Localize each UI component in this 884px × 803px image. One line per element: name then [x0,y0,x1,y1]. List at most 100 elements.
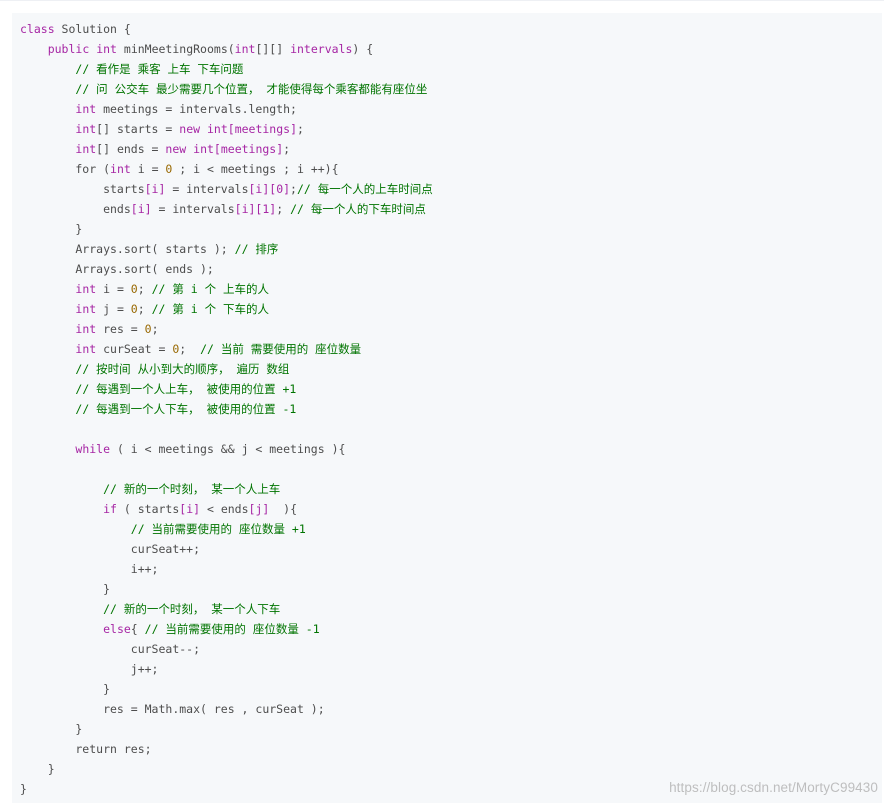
type-token: int [75,282,97,296]
code-token: return res; [20,742,152,756]
keyword-token: [i] [179,502,201,516]
code-content: class Solution { public int minMeetingRo… [20,19,433,799]
code-line: } [20,579,433,599]
code-line: int j = 0; // 第 i 个 下车的人 [20,299,433,319]
keyword-token: [meetings] [227,122,298,136]
code-line: Arrays.sort( ends ); [20,259,433,279]
type-token: int [75,102,97,116]
keyword-token: [meetings] [213,142,284,156]
comment-token: // 每遇到一个人上车， 被使用的位置 +1 [75,382,297,396]
code-token: } [20,682,111,696]
keyword-token: new [165,142,187,156]
keyword-token: intervals [290,42,353,56]
code-token: [] ends = [96,142,166,156]
top-divider [0,0,884,1]
code-token: i = [96,282,131,296]
code-token: ; [151,322,159,336]
code-token: ; [283,142,291,156]
code-line: if ( starts[i] < ends[j] ){ [20,499,433,519]
comment-token: // 看作是 乘客 上车 下车问题 [75,62,244,76]
code-line: for (int i = 0 ; i < meetings ; i ++){ [20,159,433,179]
code-line: class Solution { [20,19,433,39]
number-token: 0 [144,322,152,336]
code-token: res = [96,322,145,336]
code-token: j++; [20,662,159,676]
code-token: Arrays.sort( ends ); [20,262,214,276]
comment-token: // 按时间 从小到大的顺序， 遍历 数组 [75,362,290,376]
code-line: int i = 0; // 第 i 个 上车的人 [20,279,433,299]
code-line: } [20,759,433,779]
type-token: int [75,302,97,316]
code-token: ; [297,122,304,136]
code-token: = intervals [165,182,249,196]
code-token: = intervals [151,202,235,216]
code-line: } [20,219,433,239]
code-token: i++; [20,562,159,576]
type-token: int [193,142,214,156]
keyword-token: [i] [130,202,152,216]
code-line: } [20,719,433,739]
code-line: // 问 公交车 最少需要几个位置， 才能使得每个乘客都能有座位坐 [20,79,433,99]
code-token: < ends [200,502,249,516]
code-line: i++; [20,559,433,579]
code-line: else{ // 当前需要使用的 座位数量 -1 [20,619,433,639]
code-token: ( starts [116,502,180,516]
type-token: int [75,322,97,336]
code-token: curSeat--; [20,642,201,656]
code-token: [] starts = [96,122,180,136]
code-token: i = [130,162,166,176]
keyword-token: [i][1] [234,202,277,216]
code-token: Solution { [54,22,131,36]
code-line: // 看作是 乘客 上车 下车问题 [20,59,433,79]
keyword-token: [i][0] [248,182,291,196]
comment-token: // 问 公交车 最少需要几个位置， 才能使得每个乘客都能有座位坐 [75,82,428,96]
code-token: ends [20,202,131,216]
code-token: for ( [20,162,111,176]
code-token: ; [276,202,291,216]
code-block: class Solution { public int minMeetingRo… [12,13,882,803]
number-token: 0 [130,302,138,316]
code-token: j = [96,302,131,316]
type-token: int [96,42,117,56]
code-line: // 新的一个时刻， 某一个人上车 [20,479,433,499]
code-line: ends[i] = intervals[i][1]; // 每一个人的下车时间点 [20,199,433,219]
code-token: [][] [255,42,291,56]
code-token: } [20,762,55,776]
code-line: // 每遇到一个人下车， 被使用的位置 -1 [20,399,433,419]
code-line: // 每遇到一个人上车， 被使用的位置 +1 [20,379,433,399]
comment-token: // 第 i 个 上车的人 [151,282,270,296]
code-line: } [20,679,433,699]
code-token: } [20,782,27,796]
code-token: ){ [269,502,297,516]
code-token: minMeetingRooms( [116,42,235,56]
code-line: Arrays.sort( starts ); // 排序 [20,239,433,259]
code-line: int res = 0; [20,319,433,339]
code-token: ( i < meetings && j < meetings ){ [110,442,346,456]
comment-token: // 新的一个时刻， 某一个人下车 [103,602,281,616]
code-line: curSeat--; [20,639,433,659]
code-token: { [130,622,145,636]
keyword-token: else [103,622,131,636]
code-token: starts [20,182,145,196]
code-token: curSeat = [96,342,173,356]
comment-token: // 每遇到一个人下车， 被使用的位置 -1 [75,402,297,416]
code-token: Arrays.sort( starts ); [20,242,235,256]
code-line: int[] starts = new int[meetings]; [20,119,433,139]
comment-token: // 排序 [234,242,279,256]
code-line: while ( i < meetings && j < meetings ){ [20,439,433,459]
code-line: // 当前需要使用的 座位数量 +1 [20,519,433,539]
